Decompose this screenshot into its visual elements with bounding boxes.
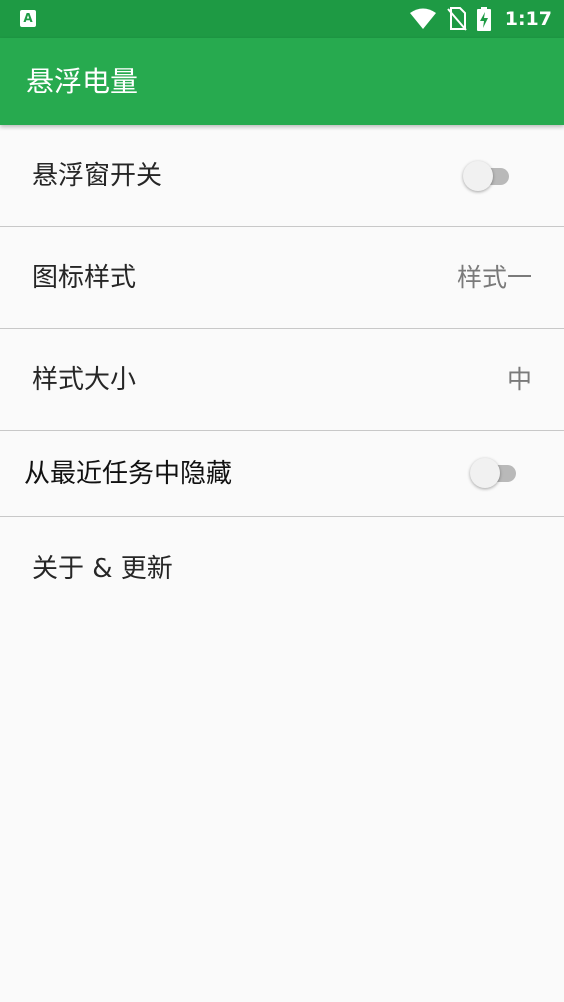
- status-time: 1:17: [504, 8, 552, 30]
- floating-window-switch[interactable]: [463, 159, 515, 193]
- hide-from-recents-row[interactable]: 从最近任务中隐藏: [0, 431, 564, 517]
- floating-window-row[interactable]: 悬浮窗开关: [0, 125, 564, 227]
- wifi-icon: [409, 8, 436, 29]
- floating-window-label: 悬浮窗开关: [32, 161, 163, 191]
- status-bar: A 1:17: [0, 0, 564, 38]
- hide-from-recents-switch[interactable]: [470, 456, 522, 490]
- about-update-row[interactable]: 关于 & 更新: [0, 517, 564, 621]
- icon-style-row[interactable]: 图标样式 样式一: [0, 227, 564, 329]
- switch-thumb: [470, 458, 500, 488]
- hide-from-recents-label: 从最近任务中隐藏: [24, 459, 233, 489]
- switch-thumb: [463, 161, 493, 191]
- battery-charging-icon: [476, 7, 491, 31]
- style-size-value: 中: [506, 365, 532, 394]
- about-update-label: 关于 & 更新: [32, 554, 173, 584]
- style-size-label: 样式大小: [32, 365, 137, 395]
- notification-app-icon: A: [20, 10, 36, 27]
- app-title: 悬浮电量: [26, 65, 139, 98]
- icon-style-label: 图标样式: [32, 263, 137, 293]
- settings-list: 悬浮窗开关 图标样式 样式一 样式大小 中 从最近任务中隐藏 关于 & 更新: [0, 125, 564, 621]
- icon-style-value: 样式一: [456, 263, 532, 292]
- no-sim-icon: [446, 7, 467, 31]
- app-bar: 悬浮电量: [0, 38, 564, 125]
- status-icons: 1:17: [409, 0, 552, 38]
- style-size-row[interactable]: 样式大小 中: [0, 329, 564, 431]
